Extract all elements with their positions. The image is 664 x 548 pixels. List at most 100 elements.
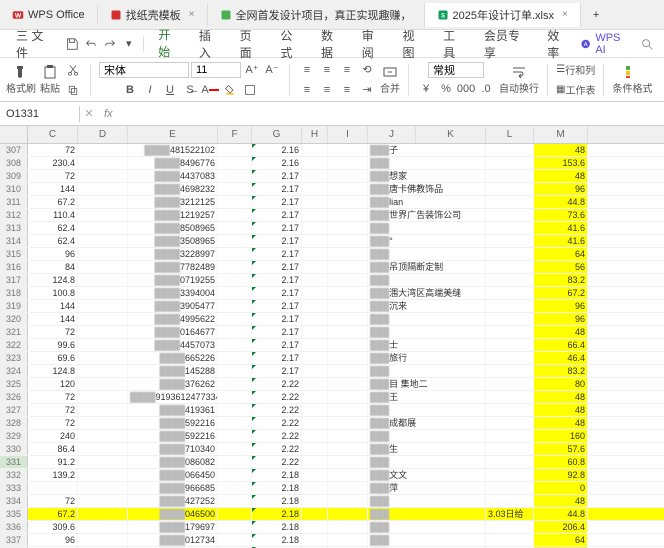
cell[interactable]: 48 [534, 170, 588, 182]
cell[interactable] [328, 144, 368, 156]
cell[interactable]: 96 [28, 248, 78, 260]
cell[interactable] [302, 209, 328, 221]
cell[interactable] [486, 378, 534, 390]
cell[interactable] [218, 391, 252, 403]
cell[interactable]: 46.4 [534, 352, 588, 364]
cell[interactable] [486, 300, 534, 312]
dec-font-icon[interactable]: A⁻ [263, 61, 281, 79]
inc-font-icon[interactable]: A⁺ [243, 61, 261, 79]
menu-page[interactable]: 页面 [232, 24, 271, 64]
cell[interactable] [218, 170, 252, 182]
row-header[interactable]: 329 [0, 430, 28, 442]
col-header[interactable]: F [218, 126, 252, 143]
cell[interactable]: 2.18 [252, 482, 302, 494]
cell[interactable] [302, 521, 328, 533]
cell[interactable]: ████4698232 [128, 183, 218, 195]
cell[interactable]: 48 [534, 326, 588, 338]
close-icon[interactable]: × [562, 9, 568, 20]
cell[interactable]: 80 [534, 378, 588, 390]
cell[interactable] [302, 456, 328, 468]
cell[interactable] [328, 469, 368, 481]
cell[interactable]: 2.17 [252, 235, 302, 247]
cell[interactable] [78, 144, 128, 156]
cell[interactable] [486, 495, 534, 507]
row-header[interactable]: 334 [0, 495, 28, 507]
cell[interactable]: ████3394004 [128, 287, 218, 299]
cell[interactable] [302, 352, 328, 364]
cell[interactable]: 60.8 [534, 456, 588, 468]
cell[interactable] [486, 534, 534, 546]
cell[interactable] [486, 404, 534, 416]
cell[interactable] [78, 313, 128, 325]
cell[interactable]: 2.17 [252, 352, 302, 364]
cell[interactable] [78, 404, 128, 416]
cell[interactable]: 64 [534, 534, 588, 546]
cell[interactable]: 41.6 [534, 235, 588, 247]
cell[interactable] [328, 326, 368, 338]
cell[interactable] [218, 248, 252, 260]
copy-icon[interactable] [64, 81, 82, 99]
save-icon[interactable] [63, 35, 80, 53]
cell[interactable]: 2.22 [252, 391, 302, 403]
cell[interactable]: 2.16 [252, 144, 302, 156]
cell[interactable]: ████4995622 [128, 313, 218, 325]
cell[interactable]: ████4457073 [128, 339, 218, 351]
cell[interactable]: ███旅行 [368, 352, 486, 364]
cell[interactable] [78, 365, 128, 377]
cell[interactable] [302, 183, 328, 195]
redo-icon[interactable] [101, 35, 118, 53]
cell[interactable] [302, 469, 328, 481]
row-header[interactable]: 307 [0, 144, 28, 156]
menu-vip[interactable]: 会员专享 [476, 24, 537, 64]
cell[interactable]: ███ [368, 157, 486, 169]
col-header[interactable]: E [128, 126, 218, 143]
cell[interactable] [302, 339, 328, 351]
cell[interactable] [218, 495, 252, 507]
cell[interactable]: 96 [534, 183, 588, 195]
cell[interactable] [328, 404, 368, 416]
cell[interactable] [78, 170, 128, 182]
cell[interactable] [218, 469, 252, 481]
cell[interactable]: 2.17 [252, 365, 302, 377]
cell[interactable] [218, 534, 252, 546]
cell[interactable]: ████3508965 [128, 235, 218, 247]
strike-icon[interactable]: S̶ [181, 81, 199, 99]
cell[interactable]: 41.6 [534, 222, 588, 234]
cell[interactable]: 230.4 [28, 157, 78, 169]
cell[interactable]: ████012734 [128, 534, 218, 546]
cell[interactable]: 144 [28, 183, 78, 195]
cell[interactable]: ████592216 [128, 417, 218, 429]
cell[interactable]: 124.8 [28, 274, 78, 286]
cell[interactable] [486, 430, 534, 442]
cell[interactable]: ████086082 [128, 456, 218, 468]
cell[interactable]: ███ [368, 508, 486, 520]
cell[interactable]: 2.17 [252, 261, 302, 273]
cell[interactable] [486, 157, 534, 169]
cell[interactable] [218, 404, 252, 416]
cell[interactable] [218, 144, 252, 156]
cell[interactable] [486, 313, 534, 325]
cell[interactable] [328, 222, 368, 234]
cell[interactable] [78, 456, 128, 468]
cell[interactable] [486, 222, 534, 234]
cell[interactable]: 2.16 [252, 157, 302, 169]
cell[interactable] [302, 417, 328, 429]
name-box[interactable]: O1331 [0, 106, 80, 122]
row-header[interactable]: 310 [0, 183, 28, 195]
cell[interactable]: ████1219257 [128, 209, 218, 221]
cell[interactable] [218, 456, 252, 468]
cell[interactable] [302, 495, 328, 507]
row-header[interactable]: 322 [0, 339, 28, 351]
cell[interactable]: ████145288 [128, 365, 218, 377]
cell[interactable] [218, 326, 252, 338]
row-header[interactable]: 309 [0, 170, 28, 182]
cell[interactable]: 2.18 [252, 508, 302, 520]
cell[interactable]: 48 [534, 417, 588, 429]
cell[interactable] [78, 534, 128, 546]
cell[interactable]: 62.4 [28, 235, 78, 247]
cell[interactable]: ███ [368, 274, 486, 286]
cell[interactable] [78, 521, 128, 533]
cell[interactable]: ███世界广告装饰公司 [368, 209, 486, 221]
undo-icon[interactable] [82, 35, 99, 53]
fx-icon[interactable]: fx [98, 108, 119, 120]
